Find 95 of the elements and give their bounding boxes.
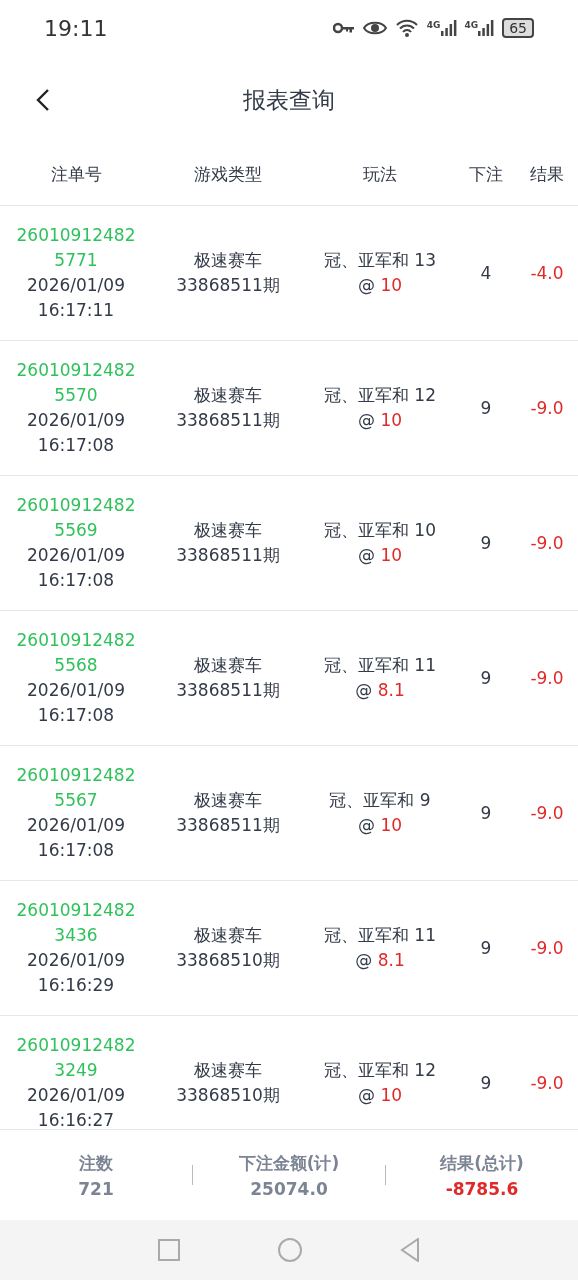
order-number: 260109124825569 xyxy=(15,494,137,542)
bet-type: 冠、亚军和 12 xyxy=(323,384,436,407)
game-name: 极速赛车 xyxy=(194,1059,262,1082)
period-number: 33868510期 xyxy=(176,1084,280,1107)
order-number: 260109124823436 xyxy=(15,899,137,947)
bet-type: 冠、亚军和 12 xyxy=(323,1059,436,1082)
column-header: 注单号 xyxy=(49,163,103,186)
result-amount: -9.0 xyxy=(529,398,565,418)
game-name: 极速赛车 xyxy=(194,519,262,542)
summary-label: 下注金额(计) xyxy=(238,1151,340,1175)
bet-type: 冠、亚军和 11 xyxy=(323,654,436,677)
period-number: 33868511期 xyxy=(176,409,280,432)
stake-amount: 9 xyxy=(479,803,493,823)
at-sign: @ xyxy=(357,545,375,565)
odds-value: 10 xyxy=(380,410,402,430)
signal-icon xyxy=(440,20,457,36)
signal-icon xyxy=(478,20,495,36)
home-icon[interactable] xyxy=(278,1238,302,1262)
status-time: 19:11 xyxy=(44,15,108,41)
summary-label: 注数 xyxy=(79,1151,113,1175)
column-header: 下注 xyxy=(468,163,504,186)
back-icon[interactable] xyxy=(36,88,50,112)
summary-value: -8785.6 xyxy=(445,1178,519,1199)
game-name: 极速赛车 xyxy=(194,789,262,812)
column-header: 游戏类型 xyxy=(193,163,263,186)
order-number: 260109124825568 xyxy=(15,629,137,677)
result-amount: -4.0 xyxy=(529,263,565,283)
bet-date: 2026/01/09 xyxy=(27,409,125,432)
game-name: 极速赛车 xyxy=(194,249,262,272)
game-name: 极速赛车 xyxy=(194,654,262,677)
at-sign: @ xyxy=(355,950,373,970)
bet-time: 16:17:11 xyxy=(37,299,115,322)
period-number: 33868511期 xyxy=(176,274,280,297)
at-sign: @ xyxy=(357,275,375,295)
column-header: 玩法 xyxy=(362,163,398,186)
stake-amount: 9 xyxy=(479,938,493,958)
recent-apps-icon[interactable] xyxy=(158,1239,180,1261)
odds-value: 10 xyxy=(380,545,402,565)
game-name: 极速赛车 xyxy=(194,384,262,407)
stake-amount: 9 xyxy=(479,398,493,418)
network-label: 4G xyxy=(426,20,441,30)
bet-time: 16:16:29 xyxy=(37,974,115,997)
at-sign: @ xyxy=(355,680,373,700)
at-sign: @ xyxy=(357,815,375,835)
battery-indicator: 65 xyxy=(502,18,534,38)
odds-value: 10 xyxy=(380,275,402,295)
back-nav-icon[interactable] xyxy=(400,1238,420,1262)
bet-type: 冠、亚军和 9 xyxy=(329,789,431,812)
bet-time: 16:17:08 xyxy=(37,569,115,592)
result-amount: -9.0 xyxy=(529,668,565,688)
bet-time: 16:17:08 xyxy=(37,434,115,457)
period-number: 33868510期 xyxy=(176,949,280,972)
bet-date: 2026/01/09 xyxy=(27,814,125,837)
bet-date: 2026/01/09 xyxy=(27,679,125,702)
result-amount: -9.0 xyxy=(529,938,565,958)
stake-amount: 9 xyxy=(479,668,493,688)
order-number: 260109124825771 xyxy=(15,224,137,272)
period-number: 33868511期 xyxy=(176,544,280,567)
bet-date: 2026/01/09 xyxy=(27,274,125,297)
at-sign: @ xyxy=(357,410,375,430)
bet-time: 16:17:08 xyxy=(37,704,115,727)
odds-value: 8.1 xyxy=(377,680,405,700)
bet-time: 16:17:08 xyxy=(37,839,115,862)
result-amount: -9.0 xyxy=(529,533,565,553)
bet-time: 16:16:27 xyxy=(37,1109,115,1129)
game-name: 极速赛车 xyxy=(194,924,262,947)
odds-value: 8.1 xyxy=(377,950,405,970)
at-sign: @ xyxy=(357,1085,375,1105)
bet-type: 冠、亚军和 10 xyxy=(323,519,436,542)
order-number: 260109124823249 xyxy=(15,1034,137,1082)
bet-type: 冠、亚军和 11 xyxy=(323,924,436,947)
bet-date: 2026/01/09 xyxy=(27,949,125,972)
odds-value: 10 xyxy=(380,1085,402,1105)
bet-date: 2026/01/09 xyxy=(27,1084,125,1107)
summary-value: 721 xyxy=(78,1178,114,1199)
period-number: 33868511期 xyxy=(176,679,280,702)
bet-type: 冠、亚军和 13 xyxy=(323,249,436,272)
result-amount: -9.0 xyxy=(529,803,565,823)
column-header: 结果 xyxy=(529,163,565,186)
stake-amount: 4 xyxy=(479,263,493,283)
order-number: 260109124825570 xyxy=(15,359,137,407)
period-number: 33868511期 xyxy=(176,814,280,837)
key-icon xyxy=(332,22,355,34)
stake-amount: 9 xyxy=(479,533,493,553)
stake-amount: 9 xyxy=(479,1073,493,1093)
summary-label: 结果(总计) xyxy=(440,1151,524,1175)
result-amount: -9.0 xyxy=(529,1073,565,1093)
summary-value: 25074.0 xyxy=(250,1178,328,1199)
odds-value: 10 xyxy=(380,815,402,835)
page-title: 报表查询 xyxy=(243,85,335,115)
network-label: 4G xyxy=(464,20,479,30)
eye-icon xyxy=(362,20,387,36)
order-number: 260109124825567 xyxy=(15,764,137,812)
wifi-icon xyxy=(394,19,419,37)
bet-date: 2026/01/09 xyxy=(27,544,125,567)
